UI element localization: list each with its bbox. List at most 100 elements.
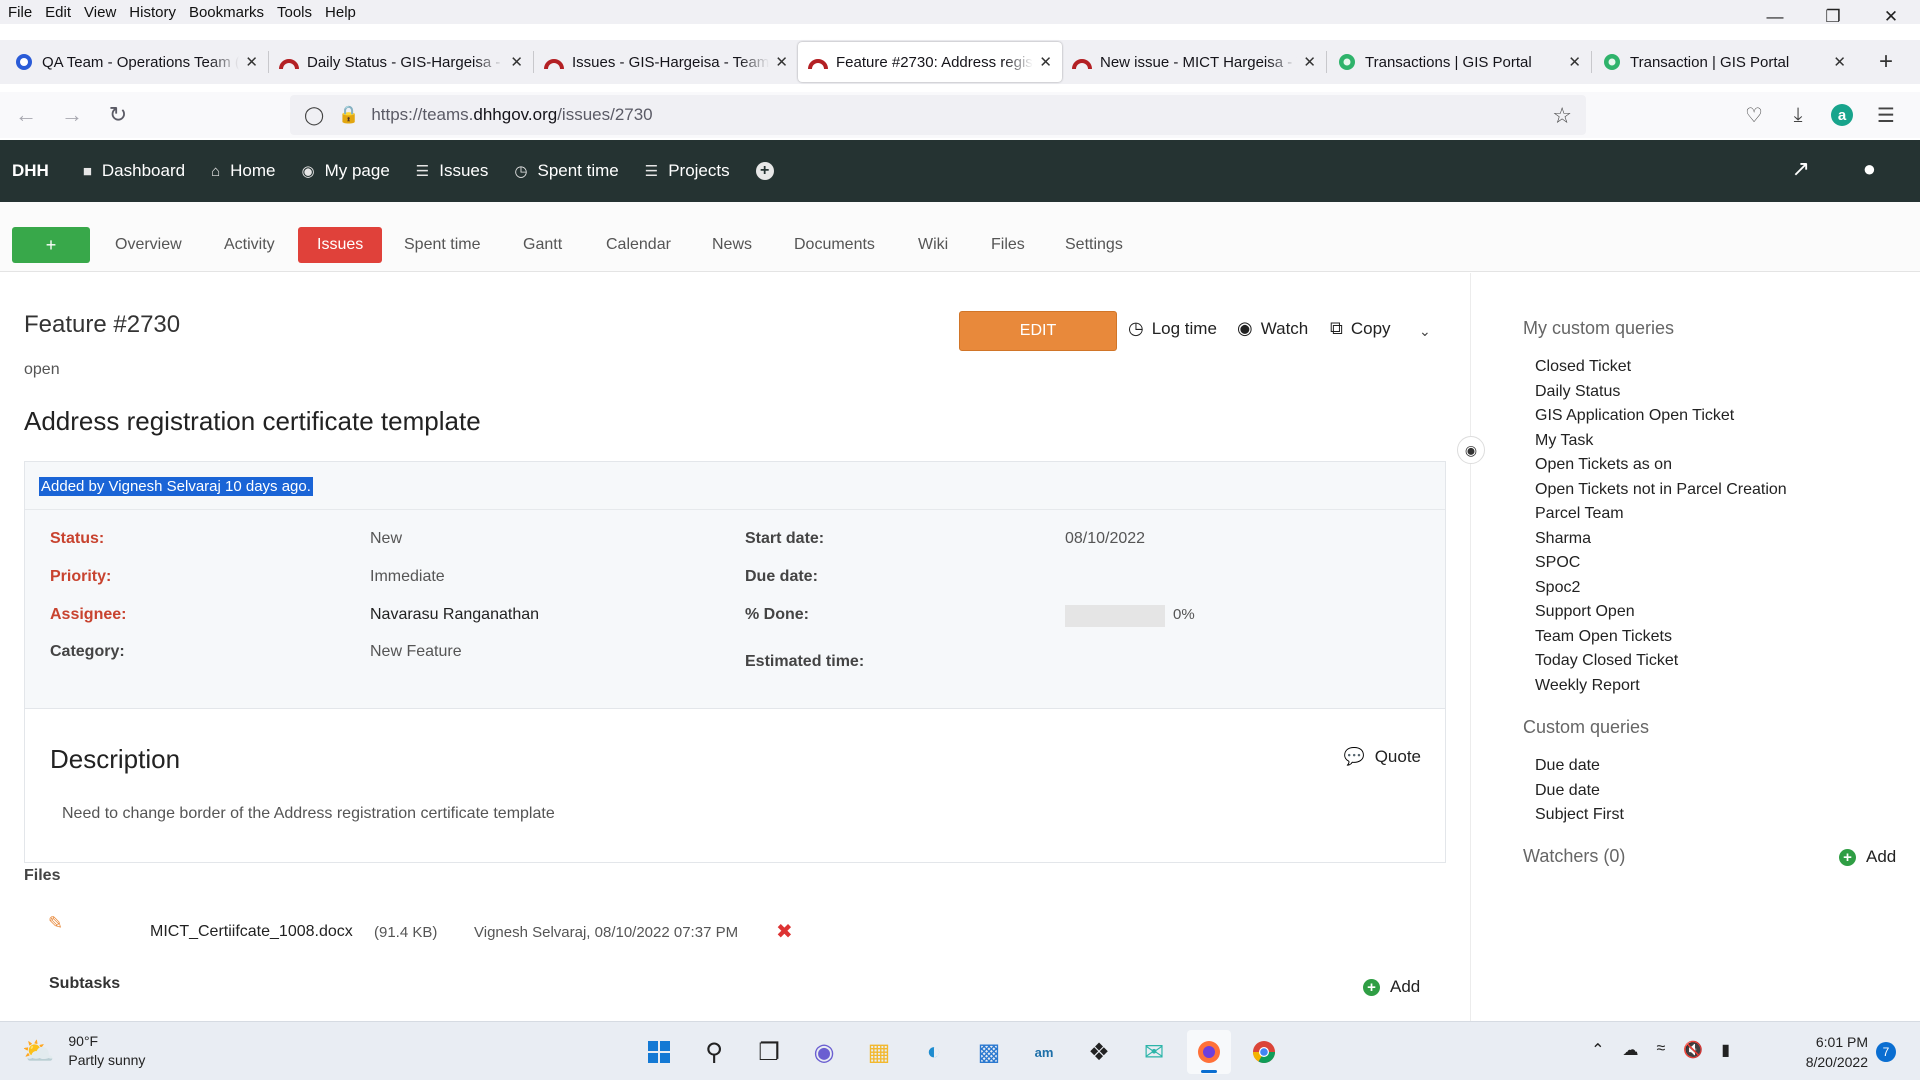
attachment-name[interactable]: MICT_Certiifcate_1008.docx: [150, 923, 353, 941]
tab-activity[interactable]: Activity: [224, 227, 275, 263]
assignee-value[interactable]: Navarasu Ranganathan: [370, 606, 539, 624]
notification-badge[interactable]: 7: [1876, 1042, 1896, 1062]
browser-tab-active[interactable]: Feature #2730: Address regist ✕: [798, 42, 1062, 82]
tab-files[interactable]: Files: [991, 227, 1025, 263]
teams-chat-icon[interactable]: ◉: [802, 1030, 846, 1074]
weather-widget[interactable]: ⛅ 90°F Partly sunny: [22, 1032, 145, 1070]
speaker-muted-icon[interactable]: 🔇: [1683, 1040, 1703, 1060]
add-subtask-link[interactable]: + Add: [1363, 977, 1420, 997]
search-icon[interactable]: ⚲: [692, 1030, 736, 1074]
tab-news[interactable]: News: [712, 227, 752, 263]
start-windows-icon[interactable]: [637, 1030, 681, 1074]
log-time-link[interactable]: ◷ Log time: [1128, 318, 1217, 339]
firefox-icon[interactable]: [1187, 1030, 1231, 1074]
new-tab-icon[interactable]: +: [1866, 42, 1906, 82]
browser-tab[interactable]: Transactions | GIS Portal ✕: [1327, 42, 1591, 82]
nav-projects[interactable]: ☰ Projects: [645, 161, 730, 181]
query-link[interactable]: Spoc2: [1535, 576, 1787, 601]
hamburger-menu-icon[interactable]: ☰: [1864, 95, 1908, 135]
restore-icon[interactable]: ❐: [1804, 0, 1862, 34]
browser-tab[interactable]: Issues - GIS-Hargeisa - Teams ✕: [534, 42, 798, 82]
pocket-icon[interactable]: ♡: [1732, 95, 1776, 135]
menu-history[interactable]: History: [129, 4, 176, 21]
taskbar-clock[interactable]: 6:01 PM 8/20/2022: [1806, 1032, 1868, 1072]
minimize-icon[interactable]: —: [1746, 0, 1804, 34]
app-brand[interactable]: DHH: [12, 161, 49, 181]
back-icon[interactable]: ←: [6, 95, 46, 135]
menu-file[interactable]: File: [8, 4, 32, 21]
wifi-icon[interactable]: ≈: [1656, 1040, 1665, 1060]
close-tab-icon[interactable]: ✕: [775, 53, 788, 71]
chart-activity-icon[interactable]: ↗: [1792, 156, 1810, 182]
close-tab-icon[interactable]: ✕: [510, 53, 523, 71]
edit-attachment-icon[interactable]: ✎: [48, 913, 63, 934]
microsoft-store-icon[interactable]: ▩: [967, 1030, 1011, 1074]
chevron-up-icon[interactable]: ⌃: [1591, 1040, 1604, 1060]
menu-tools[interactable]: Tools: [277, 4, 312, 21]
query-link[interactable]: Daily Status: [1535, 380, 1787, 405]
menu-help[interactable]: Help: [325, 4, 356, 21]
query-link[interactable]: GIS Application Open Ticket: [1535, 404, 1787, 429]
tab-calendar[interactable]: Calendar: [606, 227, 671, 263]
user-account-icon[interactable]: ●: [1863, 156, 1876, 182]
chrome-icon[interactable]: [1242, 1030, 1286, 1074]
dropbox-icon[interactable]: ❖: [1077, 1030, 1121, 1074]
extension-a-icon[interactable]: a: [1820, 95, 1864, 135]
close-window-icon[interactable]: ✕: [1862, 0, 1920, 34]
download-icon[interactable]: ⤓: [1776, 95, 1820, 135]
quote-link[interactable]: 💬 Quote: [1344, 747, 1421, 767]
query-link[interactable]: Parcel Team: [1535, 502, 1787, 527]
nav-dashboard[interactable]: ■ Dashboard: [83, 161, 185, 181]
tab-issues[interactable]: Issues: [298, 227, 383, 263]
onedrive-cloud-icon[interactable]: ☁: [1622, 1040, 1638, 1060]
nav-spent-time[interactable]: ◷ Spent time: [514, 161, 618, 181]
query-link[interactable]: Open Tickets as on: [1535, 453, 1787, 478]
task-view-icon[interactable]: ❐: [747, 1030, 791, 1074]
copy-link[interactable]: ⧉ Copy: [1330, 318, 1391, 339]
menu-bookmarks[interactable]: Bookmarks: [189, 4, 264, 21]
browser-tab[interactable]: Transaction | GIS Portal ✕: [1592, 42, 1856, 82]
add-watcher-link[interactable]: + Add: [1839, 847, 1896, 867]
forward-icon[interactable]: →: [52, 95, 92, 135]
query-link[interactable]: Open Tickets not in Parcel Creation: [1535, 478, 1787, 503]
mail-app-icon[interactable]: ✉: [1132, 1030, 1176, 1074]
query-link[interactable]: Due date: [1535, 754, 1624, 779]
query-link[interactable]: Due date: [1535, 779, 1624, 804]
bookmark-star-icon[interactable]: ☆: [1552, 103, 1572, 129]
query-link[interactable]: Sharma: [1535, 527, 1787, 552]
close-tab-icon[interactable]: ✕: [1833, 53, 1846, 71]
query-link[interactable]: SPOC: [1535, 551, 1787, 576]
file-explorer-icon[interactable]: ▦: [857, 1030, 901, 1074]
menu-edit[interactable]: Edit: [45, 4, 71, 21]
query-link[interactable]: Subject First: [1535, 803, 1624, 828]
amazon-icon[interactable]: am: [1022, 1030, 1066, 1074]
query-link[interactable]: Today Closed Ticket: [1535, 649, 1787, 674]
tab-documents[interactable]: Documents: [794, 227, 875, 263]
sidebar-toggle-eye-icon[interactable]: ◉: [1457, 436, 1485, 464]
shield-icon[interactable]: ◯: [304, 105, 324, 126]
tab-overview[interactable]: Overview: [115, 227, 182, 263]
close-tab-icon[interactable]: ✕: [1568, 53, 1581, 71]
new-object-plus-icon[interactable]: +: [755, 162, 774, 180]
lock-icon[interactable]: 🔒: [338, 105, 359, 125]
menu-view[interactable]: View: [84, 4, 116, 21]
browser-tab[interactable]: QA Team - Operations Team ( ✕: [4, 42, 268, 82]
tab-settings[interactable]: Settings: [1065, 227, 1123, 263]
query-link[interactable]: Support Open: [1535, 600, 1787, 625]
query-link[interactable]: Closed Ticket: [1535, 355, 1787, 380]
nav-home[interactable]: ⌂ Home: [211, 161, 275, 181]
url-bar[interactable]: ◯ 🔒 https://teams. dhhgov.org/issues/2730…: [290, 95, 1586, 135]
delete-attachment-icon[interactable]: ✖: [776, 919, 793, 944]
tab-wiki[interactable]: Wiki: [918, 227, 948, 263]
browser-tab[interactable]: Daily Status - GIS-Hargeisa - ✕: [269, 42, 533, 82]
reload-icon[interactable]: ↻: [98, 95, 138, 135]
close-tab-icon[interactable]: ✕: [1303, 53, 1316, 71]
edge-browser-icon[interactable]: ◐: [912, 1030, 956, 1074]
tab-spent-time[interactable]: Spent time: [404, 227, 480, 263]
edit-button[interactable]: EDIT: [959, 311, 1117, 351]
more-actions-chevron-down-icon[interactable]: ⌄: [1419, 323, 1431, 340]
battery-icon[interactable]: ▮: [1721, 1040, 1730, 1060]
tab-gantt[interactable]: Gantt: [523, 227, 562, 263]
browser-tab[interactable]: New issue - MICT Hargeisa - T ✕: [1062, 42, 1326, 82]
close-tab-icon[interactable]: ✕: [1039, 53, 1052, 71]
